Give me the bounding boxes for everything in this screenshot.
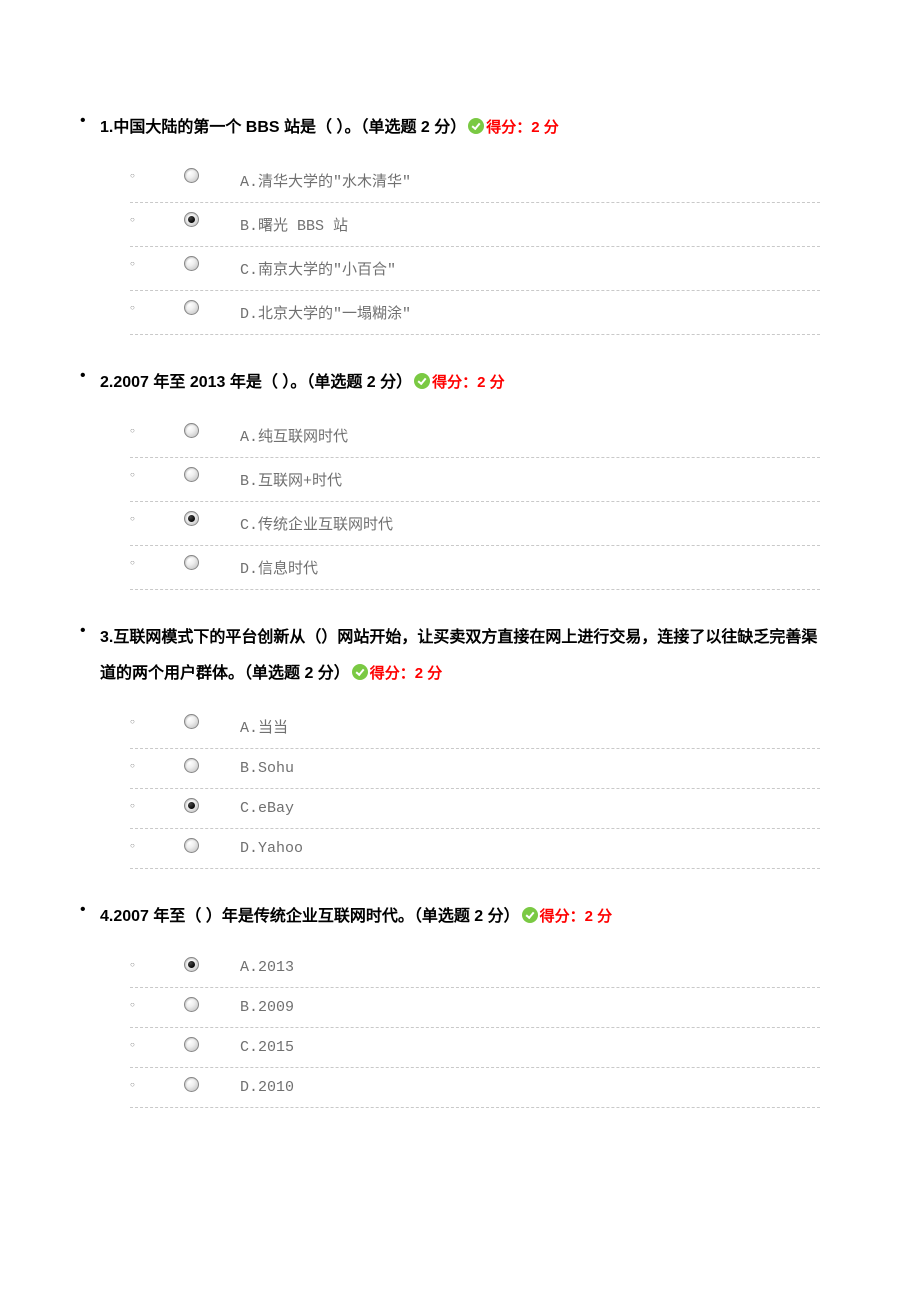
option[interactable]: C.南京大学的"小百合" bbox=[130, 247, 820, 291]
option[interactable]: A.2013 bbox=[130, 948, 820, 988]
question-body: 互联网模式下的平台创新从（）网站开始，让买卖双方直接在网上进行交易，连接了以往缺… bbox=[100, 629, 817, 681]
radio-button[interactable] bbox=[184, 714, 199, 729]
question-text: 4.2007 年至（ ）年是传统企业互联网时代。（单选题 2 分） 得分：2 分 bbox=[100, 899, 820, 934]
option[interactable]: B.Sohu bbox=[130, 749, 820, 789]
radio-button[interactable] bbox=[184, 467, 199, 482]
score-label: 得分：2 分 bbox=[432, 374, 505, 391]
option-text: A.当当 bbox=[240, 720, 288, 737]
radio-button[interactable] bbox=[184, 256, 199, 271]
option[interactable]: B.2009 bbox=[130, 988, 820, 1028]
option-list: A.清华大学的"水木清华" B.曙光 BBS 站 C.南京大学的"小百合" D.北京大… bbox=[100, 159, 820, 335]
question-text: 2.2007 年至 2013 年是（ ）。（单选题 2 分） 得分：2 分 bbox=[100, 365, 820, 400]
option-text: A.清华大学的"水木清华" bbox=[240, 174, 411, 191]
option-list: A.纯互联网时代 B.互联网+时代 C.传统企业互联网时代 D.信息时代 bbox=[100, 414, 820, 590]
question-text: 3.互联网模式下的平台创新从（）网站开始，让买卖双方直接在网上进行交易，连接了以… bbox=[100, 620, 820, 690]
radio-button[interactable] bbox=[184, 511, 199, 526]
option-text: D.2010 bbox=[240, 1079, 294, 1096]
option[interactable]: A.当当 bbox=[130, 705, 820, 749]
radio-button[interactable] bbox=[184, 423, 199, 438]
radio-button[interactable] bbox=[184, 957, 199, 972]
option[interactable]: C.eBay bbox=[130, 789, 820, 829]
radio-button[interactable] bbox=[184, 997, 199, 1012]
option-text: B.互联网+时代 bbox=[240, 473, 342, 490]
question-number: 1. bbox=[100, 119, 113, 136]
option-text: A.2013 bbox=[240, 959, 294, 976]
option[interactable]: A.纯互联网时代 bbox=[130, 414, 820, 458]
option-text: C.南京大学的"小百合" bbox=[240, 262, 396, 279]
option-text: D.Yahoo bbox=[240, 840, 303, 857]
question-number: 4. bbox=[100, 908, 113, 925]
option-list: A.2013 B.2009 C.2015 D.2010 bbox=[100, 948, 820, 1108]
radio-button[interactable] bbox=[184, 1077, 199, 1092]
score-label: 得分：2 分 bbox=[540, 908, 613, 925]
option-text: D.北京大学的"一塌糊涂" bbox=[240, 306, 411, 323]
option[interactable]: A.清华大学的"水木清华" bbox=[130, 159, 820, 203]
radio-button[interactable] bbox=[184, 555, 199, 570]
radio-button[interactable] bbox=[184, 168, 199, 183]
question-body: 中国大陆的第一个 BBS 站是（ ）。（单选题 2 分） bbox=[113, 119, 466, 136]
radio-button[interactable] bbox=[184, 212, 199, 227]
question: 2.2007 年至 2013 年是（ ）。（单选题 2 分） 得分：2 分 A.纯互… bbox=[100, 365, 820, 590]
score-label: 得分：2 分 bbox=[486, 119, 559, 136]
question-text: 1.中国大陆的第一个 BBS 站是（ ）。（单选题 2 分） 得分：2 分 bbox=[100, 110, 820, 145]
option[interactable]: D.Yahoo bbox=[130, 829, 820, 869]
check-icon bbox=[414, 373, 430, 389]
option-list: A.当当 B.Sohu C.eBay D.Yahoo bbox=[100, 705, 820, 869]
radio-button[interactable] bbox=[184, 838, 199, 853]
option[interactable]: C.2015 bbox=[130, 1028, 820, 1068]
option[interactable]: D.北京大学的"一塌糊涂" bbox=[130, 291, 820, 335]
question-number: 2. bbox=[100, 374, 113, 391]
radio-button[interactable] bbox=[184, 1037, 199, 1052]
option-text: B.2009 bbox=[240, 999, 294, 1016]
radio-button[interactable] bbox=[184, 758, 199, 773]
option-text: A.纯互联网时代 bbox=[240, 429, 348, 446]
question: 1.中国大陆的第一个 BBS 站是（ ）。（单选题 2 分） 得分：2 分 A.清华… bbox=[100, 110, 820, 335]
radio-button[interactable] bbox=[184, 300, 199, 315]
check-icon bbox=[468, 118, 484, 134]
score-label: 得分：2 分 bbox=[370, 665, 443, 682]
question-number: 3. bbox=[100, 629, 113, 646]
check-icon bbox=[522, 907, 538, 923]
option[interactable]: B.曙光 BBS 站 bbox=[130, 203, 820, 247]
option[interactable]: D.2010 bbox=[130, 1068, 820, 1108]
option-text: D.信息时代 bbox=[240, 561, 318, 578]
question: 4.2007 年至（ ）年是传统企业互联网时代。（单选题 2 分） 得分：2 分 A… bbox=[100, 899, 820, 1108]
option-text: C.2015 bbox=[240, 1039, 294, 1056]
option-text: B.曙光 BBS 站 bbox=[240, 218, 348, 235]
option[interactable]: B.互联网+时代 bbox=[130, 458, 820, 502]
option[interactable]: C.传统企业互联网时代 bbox=[130, 502, 820, 546]
option-text: C.eBay bbox=[240, 800, 294, 817]
radio-button[interactable] bbox=[184, 798, 199, 813]
option[interactable]: D.信息时代 bbox=[130, 546, 820, 590]
question: 3.互联网模式下的平台创新从（）网站开始，让买卖双方直接在网上进行交易，连接了以… bbox=[100, 620, 820, 868]
check-icon bbox=[352, 664, 368, 680]
quiz-list: 1.中国大陆的第一个 BBS 站是（ ）。（单选题 2 分） 得分：2 分 A.清华… bbox=[100, 110, 820, 1108]
question-body: 2007 年至 2013 年是（ ）。（单选题 2 分） bbox=[113, 374, 412, 391]
option-text: B.Sohu bbox=[240, 760, 294, 777]
option-text: C.传统企业互联网时代 bbox=[240, 517, 393, 534]
question-body: 2007 年至（ ）年是传统企业互联网时代。（单选题 2 分） bbox=[113, 908, 519, 925]
